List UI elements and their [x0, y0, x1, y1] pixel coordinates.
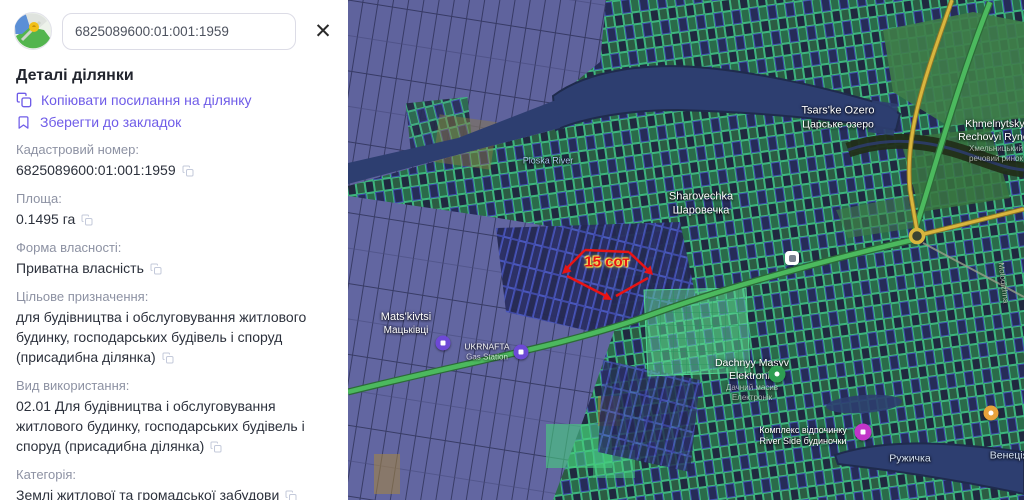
- copy-value-icon[interactable]: [162, 352, 174, 367]
- field-area: Площа: 0.1495 га: [0, 191, 348, 229]
- app-logo-icon[interactable]: [14, 12, 52, 50]
- copy-value-icon[interactable]: [210, 441, 222, 456]
- landmark-poi-icon[interactable]: [785, 251, 799, 265]
- field-cadastral-number: Кадастровий номер: 6825089600:01:001:195…: [0, 142, 348, 180]
- car-service-poi-icon[interactable]: [436, 336, 451, 351]
- copy-parcel-link-action[interactable]: Копіювати посилання на ділянку: [16, 92, 348, 108]
- gas-station-poi-icon[interactable]: [514, 345, 529, 360]
- panel-header: ✕: [0, 0, 348, 50]
- bookmark-icon: [16, 115, 31, 130]
- field-label: Площа:: [16, 191, 338, 206]
- search-input-wrap: [62, 13, 296, 50]
- copy-value-icon[interactable]: [285, 490, 297, 500]
- roundabout: [911, 230, 924, 243]
- field-purpose: Цільове призначення: для будівництва і о…: [0, 289, 348, 367]
- field-label: Форма власності:: [16, 240, 338, 255]
- field-value: Приватна власність: [16, 260, 144, 276]
- field-value: 6825089600:01:001:1959: [16, 162, 176, 178]
- area-annotation: 15 сот: [584, 254, 629, 271]
- field-label: Кадастровий номер:: [16, 142, 338, 157]
- copy-value-icon[interactable]: [182, 165, 194, 180]
- field-label: Вид використання:: [16, 378, 338, 393]
- copy-icon: [16, 92, 32, 108]
- field-value: Землі житлової та громадської забудови: [16, 487, 279, 500]
- search-input[interactable]: [62, 13, 296, 50]
- field-ownership: Форма власності: Приватна власність: [0, 240, 348, 278]
- parcel-details-panel: ✕ Деталі ділянки Копіювати посилання на …: [0, 0, 348, 500]
- field-value: 02.01 Для будівництва і обслуговування ж…: [16, 398, 305, 454]
- field-value: 0.1495 га: [16, 211, 75, 227]
- copy-value-icon[interactable]: [150, 263, 162, 278]
- resort-poi-icon[interactable]: [855, 424, 872, 441]
- bookmark-label: Зберегти до закладок: [40, 114, 181, 130]
- map-terrain: [348, 0, 1024, 500]
- cadastral-map-app: ✕ Деталі ділянки Копіювати посилання на …: [0, 0, 1024, 500]
- copy-value-icon[interactable]: [81, 214, 93, 229]
- copy-parcel-link-label: Копіювати посилання на ділянку: [41, 92, 252, 108]
- park-poi-icon[interactable]: [769, 366, 786, 383]
- field-list: Кадастровий номер: 6825089600:01:001:195…: [0, 142, 348, 500]
- page-title: Деталі ділянки: [16, 67, 348, 85]
- field-use-type: Вид використання: 02.01 Для будівництва …: [0, 378, 348, 456]
- close-panel-button[interactable]: ✕: [310, 21, 336, 42]
- food-poi-icon[interactable]: [984, 406, 999, 421]
- field-label: Цільове призначення:: [16, 289, 338, 304]
- field-category: Категорія: Землі житлової та громадської…: [0, 467, 348, 500]
- field-label: Категорія:: [16, 467, 338, 482]
- bookmark-action[interactable]: Зберегти до закладок: [16, 114, 348, 130]
- map-canvas[interactable]: Tsars'ke Ozero Царське озеро Ploska Rive…: [348, 0, 1024, 500]
